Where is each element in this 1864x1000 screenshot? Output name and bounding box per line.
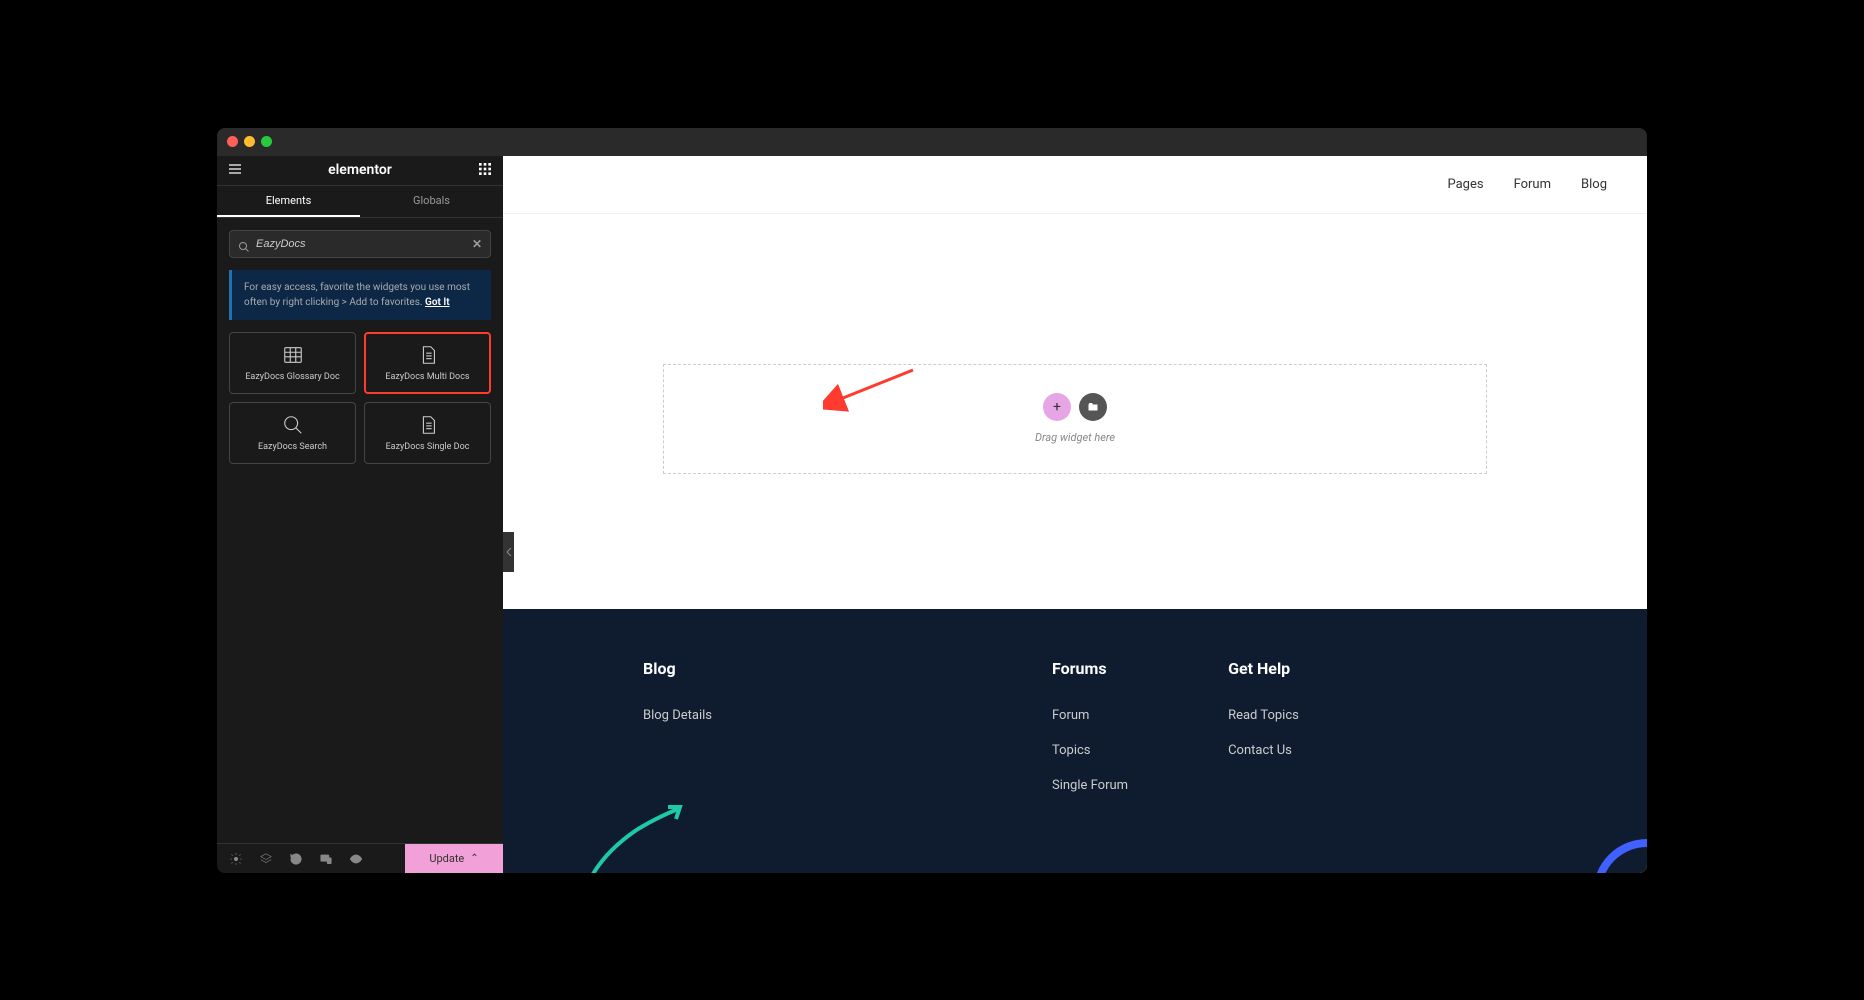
tab-globals[interactable]: Globals [360,186,503,217]
nav-pages[interactable]: Pages [1447,177,1483,192]
grid-icon[interactable] [477,161,493,180]
widget-label: EazyDocs Single Doc [386,442,470,452]
widget-eazydocs-search[interactable]: EazyDocs Search [229,402,356,464]
nav-links: Pages Forum Blog [1447,177,1607,192]
sidebar-footer: Update ⌃ [217,843,503,873]
grid-doc-icon [282,344,304,366]
app-body: elementor Elements Globals ✕ [217,156,1647,873]
document-icon [417,414,439,436]
clear-search-icon[interactable]: ✕ [472,237,482,251]
update-button[interactable]: Update ⌃ [405,844,503,873]
preview-icon[interactable] [349,851,363,865]
chevron-up-icon: ⌃ [470,853,478,864]
doodle-arrow-icon [578,799,698,873]
widget-label: EazyDocs Glossary Doc [245,372,339,382]
collapse-sidebar-icon[interactable] [503,532,514,572]
footer-col-help: Get Help Read Topics Contact Us [1228,659,1299,823]
footer-link-read-topics[interactable]: Read Topics [1228,708,1299,723]
minimize-window-icon[interactable] [244,136,255,147]
widget-eazydocs-multi[interactable]: EazyDocs Multi Docs [364,332,491,394]
annotation-arrow-icon [823,360,923,424]
app-window: elementor Elements Globals ✕ [217,128,1647,873]
titlebar [217,128,1647,156]
search-row: ✕ [217,218,503,270]
footer-title: Forums [1052,659,1128,678]
widget-eazydocs-glossary[interactable]: EazyDocs Glossary Doc [229,332,356,394]
document-icon [417,344,439,366]
template-library-button[interactable] [1079,393,1107,421]
search-box: ✕ [229,230,491,258]
sidebar-header: elementor [217,156,503,186]
footer-link-blog-details[interactable]: Blog Details [643,708,712,723]
info-banner: For easy access, favorite the widgets yo… [229,270,491,320]
nav-blog[interactable]: Blog [1581,177,1607,192]
navigator-icon[interactable] [259,851,273,865]
widget-label: EazyDocs Multi Docs [385,372,469,382]
footer-link-forum[interactable]: Forum [1052,708,1128,723]
menu-icon[interactable] [227,161,243,180]
nav-forum[interactable]: Forum [1514,177,1551,192]
widget-eazydocs-single[interactable]: EazyDocs Single Doc [364,402,491,464]
update-button-label: Update [429,852,464,865]
drop-zone[interactable]: + Drag widget here [663,364,1487,474]
footer-icons [217,851,405,865]
circle-decoration-icon [1567,813,1647,873]
preview-header: Pages Forum Blog [503,156,1647,214]
tab-elements[interactable]: Elements [217,186,360,217]
footer-col-forums: Forums Forum Topics Single Forum [1052,659,1128,823]
add-section-button[interactable]: + [1043,393,1071,421]
widget-label: EazyDocs Search [258,442,327,452]
footer-link-topics[interactable]: Topics [1052,743,1128,758]
drop-buttons: + [1043,393,1107,421]
footer-title: Blog [643,659,712,678]
info-banner-link[interactable]: Got It [425,297,450,308]
footer-link-contact[interactable]: Contact Us [1228,743,1299,758]
widgets-grid: EazyDocs Glossary Doc EazyDocs Multi Doc… [217,332,503,464]
drop-zone-text: Drag widget here [1035,431,1115,444]
settings-icon[interactable] [229,851,243,865]
maximize-window-icon[interactable] [261,136,272,147]
footer-title: Get Help [1228,659,1299,678]
sidebar-tabs: Elements Globals [217,186,503,218]
page-footer: Blog Blog Details Forums Forum Topics Si… [503,609,1647,873]
preview-area: Pages Forum Blog + Drag widget here [503,156,1647,873]
history-icon[interactable] [289,851,303,865]
search-input[interactable] [256,238,472,250]
search-icon [282,414,304,436]
search-icon [238,238,250,250]
close-window-icon[interactable] [227,136,238,147]
brand-title: elementor [328,162,392,178]
responsive-icon[interactable] [319,851,333,865]
elementor-sidebar: elementor Elements Globals ✕ [217,156,503,873]
footer-link-single-forum[interactable]: Single Forum [1052,778,1128,793]
